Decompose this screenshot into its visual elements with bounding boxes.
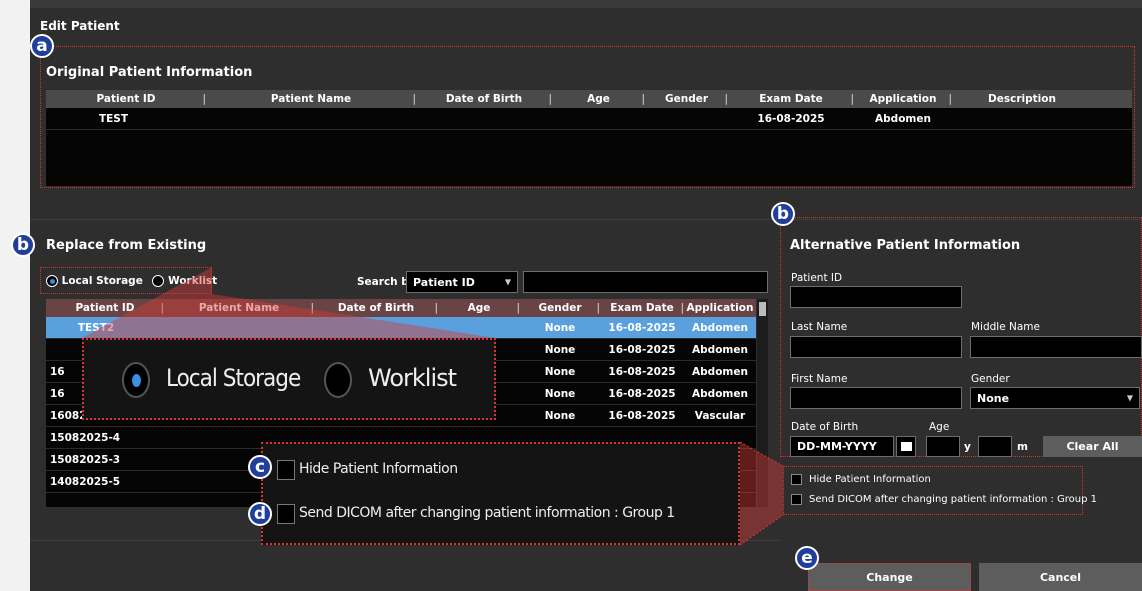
callout-connector-options bbox=[740, 442, 783, 545]
zoom-local-radio bbox=[122, 362, 150, 398]
badge-d: d bbox=[248, 502, 272, 526]
badge-a: a bbox=[30, 34, 54, 58]
zoom-local-label: Local Storage bbox=[166, 364, 301, 392]
badge-b-left: b bbox=[11, 233, 35, 257]
zoom-worklist-label: Worklist bbox=[368, 364, 457, 392]
zoom-radio-callout: Local Storage Worklist bbox=[82, 338, 496, 420]
callout-connector-radio bbox=[82, 267, 496, 338]
badge-b-right: b bbox=[771, 202, 795, 226]
zoom-hide-checkbox bbox=[277, 460, 295, 480]
zoom-send-checkbox bbox=[277, 504, 295, 524]
screenshot: Edit Patient Original Patient Informatio… bbox=[0, 0, 1142, 591]
badge-c: c bbox=[248, 455, 272, 479]
zoom-send-label: Send DICOM after changing patient inform… bbox=[299, 505, 675, 521]
zoom-worklist-radio bbox=[324, 362, 352, 398]
badge-e: e bbox=[795, 546, 819, 570]
zoom-hide-label: Hide Patient Information bbox=[299, 461, 458, 477]
zoom-options-callout: Hide Patient Information Send DICOM afte… bbox=[261, 442, 740, 545]
